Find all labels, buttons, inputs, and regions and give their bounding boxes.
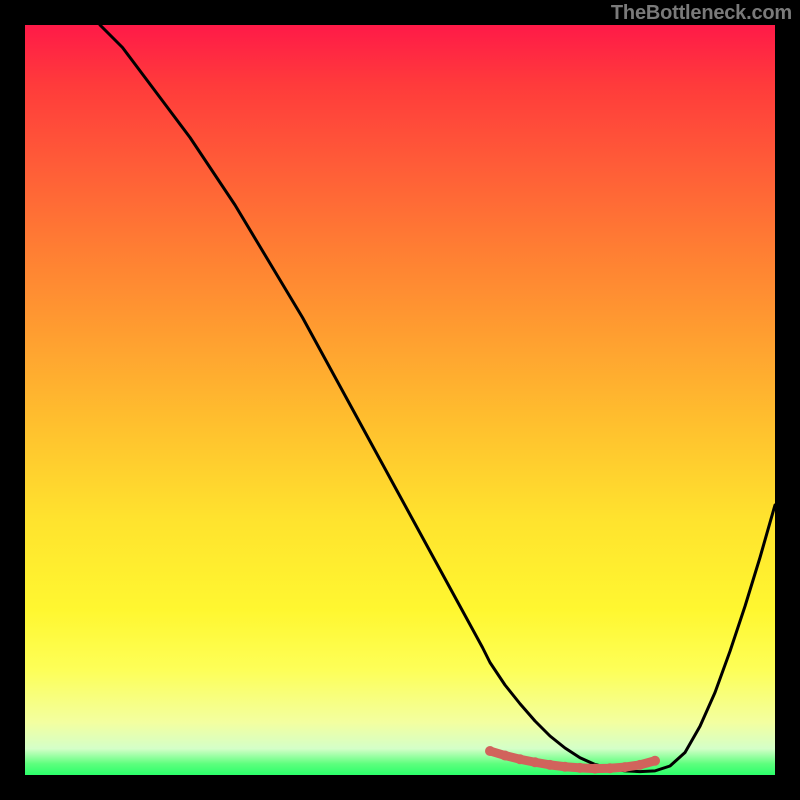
bottleneck-dot (620, 762, 630, 772)
bottleneck-dot (605, 763, 615, 773)
bottleneck-dot (485, 746, 495, 756)
bottleneck-dot (560, 762, 570, 772)
bottleneck-dot (635, 760, 645, 770)
bottleneck-dot (650, 756, 660, 766)
bottleneck-curve (100, 25, 775, 772)
bottleneck-dot (575, 763, 585, 773)
bottleneck-dot (530, 757, 540, 767)
bottleneck-dot (590, 764, 600, 774)
chart-svg-layer (25, 25, 775, 775)
chart-plot-area (25, 25, 775, 775)
bottleneck-dot (515, 754, 525, 764)
bottleneck-dot (545, 760, 555, 770)
bottleneck-dot (500, 751, 510, 761)
watermark-text: TheBottleneck.com (611, 2, 792, 25)
